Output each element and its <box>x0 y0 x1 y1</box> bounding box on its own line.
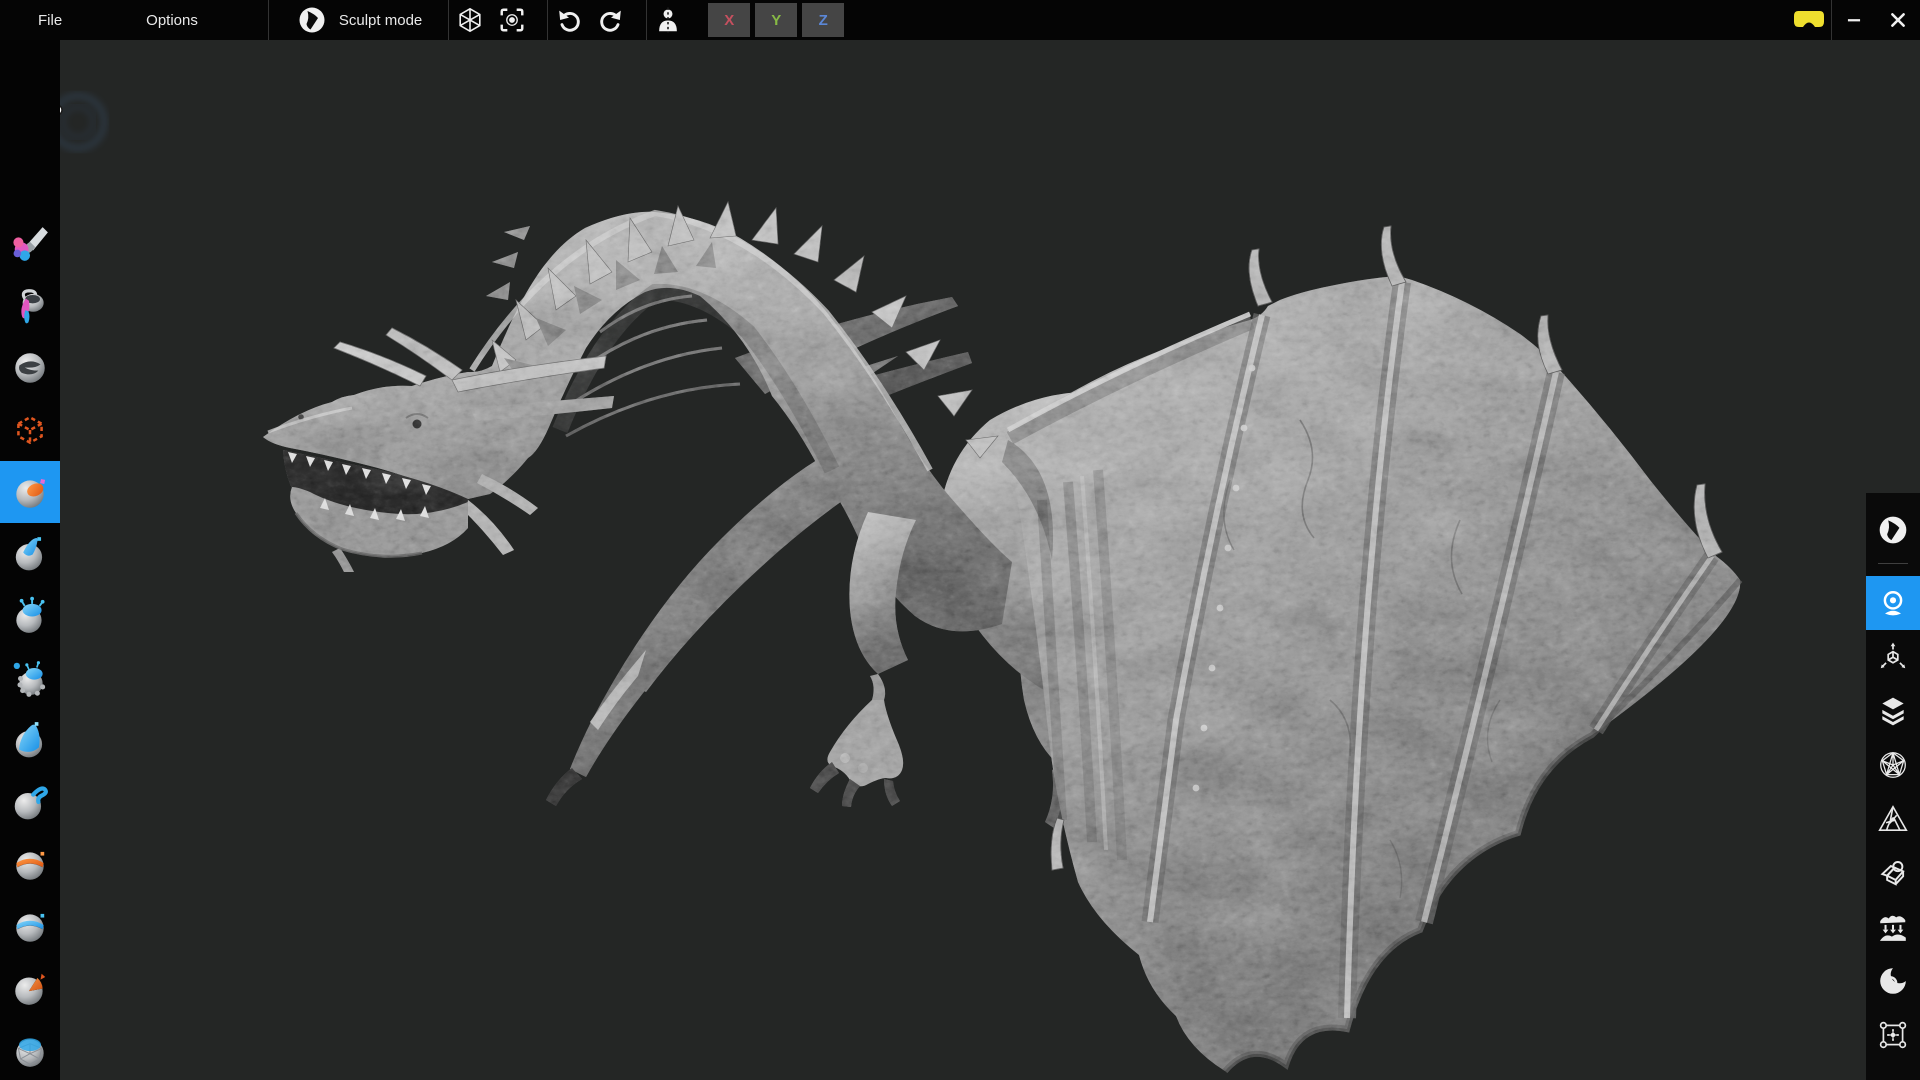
tool-voxel-cube[interactable] <box>0 399 60 461</box>
mirror-person-icon <box>654 6 682 34</box>
focus-frame-icon <box>498 6 526 34</box>
undo-icon <box>555 6 583 34</box>
paint-brush-icon <box>10 224 50 264</box>
spike-buildup-icon <box>10 534 50 574</box>
tool-mesh-sphere[interactable] <box>0 1019 60 1080</box>
undo-button[interactable] <box>548 0 590 40</box>
symmetry-button[interactable] <box>647 0 689 40</box>
tool-clay-blob[interactable] <box>0 461 60 523</box>
close-button[interactable] <box>1876 0 1920 40</box>
toolbar-divider <box>1878 563 1908 564</box>
view-bake-terrain[interactable] <box>1866 900 1920 954</box>
view-tessellate-triangle[interactable] <box>1866 792 1920 846</box>
wedge-cut-icon <box>10 968 50 1008</box>
geodesic-sphere-icon <box>1877 749 1909 781</box>
tool-paint-bucket[interactable] <box>0 275 60 337</box>
minimize-icon <box>1841 7 1867 33</box>
focus-frame-button[interactable] <box>491 0 533 40</box>
symmetry-axis-y-button[interactable]: Y <box>755 3 797 37</box>
close-icon <box>1885 7 1911 33</box>
titlebar-divider <box>268 0 269 40</box>
minimize-button[interactable] <box>1832 0 1876 40</box>
curl-tool-icon <box>10 782 50 822</box>
layers-icon <box>1877 695 1909 727</box>
smudge-icon <box>10 348 50 388</box>
mesh-sphere-icon <box>10 1030 50 1070</box>
view-geodesic-sphere[interactable] <box>1866 738 1920 792</box>
band-cut-orange-icon <box>10 844 50 884</box>
menu-file[interactable]: File <box>24 0 76 40</box>
band-cut-blue-icon <box>10 906 50 946</box>
wireframe-view-button[interactable] <box>449 0 491 40</box>
viewport-3d[interactable] <box>0 0 1920 1080</box>
move-gizmo-icon <box>1877 641 1909 673</box>
titlebar: File Options Sculpt mode XYZ <box>0 0 1920 40</box>
voxel-cube-icon <box>10 410 50 450</box>
tessellate-triangle-icon <box>1877 803 1909 835</box>
vr-mode-button[interactable] <box>1787 0 1831 40</box>
view-move-gizmo[interactable] <box>1866 630 1920 684</box>
scatter-spray-icon <box>10 658 50 698</box>
bake-terrain-icon <box>1877 911 1909 943</box>
clay-crawler-icon <box>10 596 50 636</box>
tool-smudge[interactable] <box>0 337 60 399</box>
vr-headset-icon <box>1792 9 1826 31</box>
dragon-eye <box>413 420 422 429</box>
view-bounding-frame[interactable] <box>1866 1008 1920 1062</box>
tool-curl-tool[interactable] <box>0 771 60 833</box>
symmetry-axis-x-button[interactable]: X <box>708 3 750 37</box>
tool-paint-brush[interactable] <box>0 213 60 275</box>
menu-options[interactable]: Options <box>132 0 212 40</box>
view-boolean-shapes[interactable] <box>1866 846 1920 900</box>
mode-indicator[interactable]: Sculpt mode <box>287 0 432 40</box>
tool-scatter-spray[interactable] <box>0 647 60 709</box>
symmetry-axis-group: XYZ <box>703 3 844 37</box>
tool-wedge-cut[interactable] <box>0 957 60 1019</box>
inflate-cone-icon <box>10 720 50 760</box>
tool-inflate-cone[interactable] <box>0 709 60 771</box>
swirl-sphere-icon <box>1877 965 1909 997</box>
boolean-shapes-icon <box>1877 857 1909 889</box>
tool-band-cut-orange[interactable] <box>0 833 60 895</box>
redo-button[interactable] <box>590 0 632 40</box>
view-camera[interactable] <box>1866 576 1920 630</box>
sculpt-blade-icon <box>1877 514 1909 546</box>
redo-icon <box>597 6 625 34</box>
symmetry-axis-z-button[interactable]: Z <box>802 3 844 37</box>
view-swirl-sphere[interactable] <box>1866 954 1920 1008</box>
mode-label: Sculpt mode <box>339 12 422 29</box>
tool-band-cut-blue[interactable] <box>0 895 60 957</box>
view-layers[interactable] <box>1866 684 1920 738</box>
tool-spike-buildup[interactable] <box>0 523 60 585</box>
app-window: File Options Sculpt mode XYZ <box>0 0 1920 1080</box>
view-sculpt-blade[interactable] <box>1866 503 1920 557</box>
view-options-toolbar <box>1866 493 1920 1080</box>
bounding-frame-icon <box>1877 1019 1909 1051</box>
wireframe-gem-icon <box>456 6 484 34</box>
sculpt-tools-toolbar <box>0 40 60 1080</box>
clay-blob-icon <box>10 472 50 512</box>
paint-bucket-icon <box>10 286 50 326</box>
sculpt-blade-icon <box>297 5 327 35</box>
tool-clay-crawler[interactable] <box>0 585 60 647</box>
camera-icon <box>1877 587 1909 619</box>
